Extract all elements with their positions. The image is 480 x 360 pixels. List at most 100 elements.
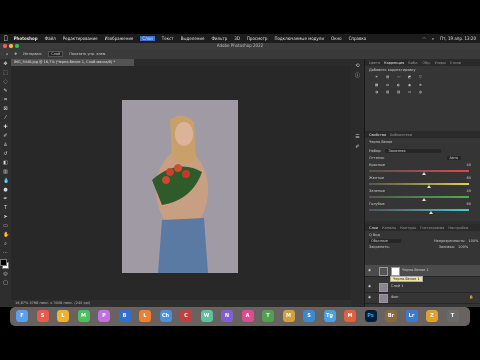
brightness-icon[interactable]: ☀ [375, 75, 384, 80]
dock-app-icon[interactable]: L [57, 310, 69, 322]
brush-settings-panel-icon[interactable]: ✐ [355, 145, 360, 150]
selective-color-icon[interactable]: ◍ [419, 90, 428, 94]
mask-thumb[interactable] [391, 267, 400, 276]
dock-app-icon[interactable]: W [200, 310, 213, 322]
eye-icon[interactable]: ◉ [368, 284, 371, 288]
blur-tool-icon[interactable]: 💧 [3, 179, 9, 184]
channel-slider-knob[interactable] [422, 198, 426, 201]
preset-select[interactable]: Заказная [385, 149, 442, 153]
eye-icon[interactable]: ◉ [368, 268, 371, 272]
menu-plugins[interactable]: Подключаемые модули [274, 36, 324, 41]
black-white-icon[interactable]: ◐ [397, 83, 406, 87]
tab-swatches[interactable]: Обр. [422, 61, 430, 65]
channel-mixer-icon[interactable]: ⊕ [419, 83, 428, 87]
layer-name-bw[interactable]: Черно-белое 1 [402, 268, 429, 272]
menu-app-name[interactable]: Photoshop [14, 36, 38, 41]
wifi-icon[interactable]: ◠ [422, 36, 426, 41]
marquee-tool-icon[interactable]: ⬚ [3, 71, 8, 76]
move-tool-icon[interactable]: ✥ [3, 62, 8, 67]
menu-3d[interactable]: 3D [234, 36, 240, 41]
dock-app-icon[interactable]: Ch [159, 310, 172, 322]
apple-icon[interactable]:  [4, 35, 8, 42]
layer-name-background[interactable]: Фон [391, 295, 398, 299]
menu-help[interactable]: Справка [349, 36, 367, 41]
menu-type[interactable]: Текст [162, 36, 174, 41]
dock-app-icon[interactable]: M [77, 310, 90, 322]
history-panel-icon[interactable]: ⟲ [355, 64, 360, 69]
posterize-icon[interactable]: ▧ [386, 90, 395, 94]
channel-slider-value[interactable]: 40 [467, 189, 471, 193]
dock-app-icon[interactable]: N [221, 310, 233, 322]
lasso-tool-icon[interactable]: ◌ [3, 80, 8, 85]
type-tool-icon[interactable]: T [3, 206, 8, 211]
tab-libraries-2[interactable]: Библиотеки [390, 133, 412, 137]
hand-tool-icon[interactable]: ✋ [3, 233, 9, 238]
document-tab[interactable]: IMG_9448.jpg @ 16,7% (Черно-белое 1, Сло… [11, 59, 134, 66]
photo-filter-icon[interactable]: ◉ [408, 83, 417, 87]
dock-app-icon[interactable]: S [303, 310, 315, 322]
gradient-map-icon[interactable]: ▭ [408, 90, 417, 94]
dock-app-icon[interactable]: F [16, 310, 28, 322]
move-tool-icon[interactable]: ✥ [14, 52, 17, 56]
opacity-value[interactable]: 100% [468, 239, 478, 243]
layer-filter[interactable]: Q Вид [369, 233, 480, 237]
tab-paths[interactable]: Контуры [400, 226, 416, 230]
brush-tool-icon[interactable]: ✐ [3, 134, 8, 139]
quick-mask-icon[interactable]: ◎ [3, 272, 8, 277]
layer-name-1[interactable]: Слой 1 [391, 284, 403, 288]
stamp-tool-icon[interactable]: ♙ [3, 143, 8, 148]
menu-layers[interactable]: Слои [140, 36, 155, 41]
dock-app-icon[interactable]: S [36, 310, 49, 322]
document-photo[interactable] [122, 100, 238, 273]
search-icon[interactable]: ⌕ [432, 36, 434, 41]
eyedropper-tool-icon[interactable]: ⁄ [3, 116, 8, 121]
dock-app-icon[interactable]: M [282, 310, 295, 322]
tab-patterns[interactable]: Узоры [435, 61, 446, 65]
tab-histogram[interactable]: Гистограмма [420, 226, 444, 230]
dock-app-icon[interactable]: B [118, 310, 131, 322]
gradient-tool-icon[interactable]: ▥ [3, 170, 8, 175]
menu-view[interactable]: Просмотр [247, 36, 268, 41]
properties-panel-icon[interactable]: ☰ [355, 135, 360, 140]
clock[interactable]: Пт, 19 апр. 13:20 [440, 36, 476, 41]
layer-row-background[interactable]: ◉ Фон 🔒 [365, 292, 480, 304]
vibrance-icon[interactable]: ▽ [419, 75, 428, 80]
tab-settings[interactable]: Настройки [448, 226, 468, 230]
dock-app-icon[interactable]: C [180, 310, 192, 322]
dock-app-icon[interactable]: L [139, 310, 151, 322]
eye-icon[interactable]: ◉ [368, 295, 371, 299]
frame-tool-icon[interactable]: ⊠ [3, 107, 8, 112]
channel-slider-knob[interactable] [427, 185, 431, 188]
options-mode-select[interactable]: Слой [48, 51, 64, 57]
crop-tool-icon[interactable]: ⌗ [3, 98, 8, 103]
blend-mode-select[interactable]: Обычные [369, 239, 401, 243]
tint-checkbox[interactable]: Оттенок [369, 156, 385, 160]
dock-app-icon[interactable]: Lr [405, 310, 418, 322]
invert-icon[interactable]: ◑ [375, 90, 384, 94]
channel-slider-value[interactable]: 40 [467, 163, 471, 167]
dock-app-icon[interactable]: Tg [323, 310, 336, 322]
channel-slider-knob[interactable] [429, 211, 433, 214]
menu-filter[interactable]: Фильтр [211, 36, 227, 41]
channel-slider-value[interactable]: 60 [467, 176, 471, 180]
channel-slider-knob[interactable] [422, 172, 426, 175]
screen-mode-icon[interactable]: ▢ [3, 281, 8, 286]
dock-app-icon[interactable]: Br [385, 310, 397, 322]
dock-app-icon[interactable]: T [262, 310, 274, 322]
tab-color[interactable]: Цвета [369, 61, 380, 65]
tab-layers[interactable]: Слои [369, 226, 378, 230]
dock-app-icon[interactable]: A [241, 310, 254, 322]
tab-properties[interactable]: Свойства [369, 133, 386, 137]
tab-libraries[interactable]: Библ. [408, 61, 418, 65]
dock-app-icon[interactable]: Ps [364, 310, 377, 322]
color-balance-icon[interactable]: ⚖ [386, 83, 395, 87]
healing-tool-icon[interactable]: ✚ [3, 125, 8, 130]
more-tools-icon[interactable]: ⋯ [3, 251, 8, 256]
channel-slider-track[interactable] [369, 196, 469, 198]
eraser-tool-icon[interactable]: ◧ [3, 161, 8, 166]
pen-tool-icon[interactable]: ✒ [3, 197, 8, 202]
menu-edit[interactable]: Редактирование [63, 36, 98, 41]
info-panel-icon[interactable]: ⓘ [355, 74, 360, 79]
home-icon[interactable]: ⌂ [6, 52, 8, 56]
menu-window[interactable]: Окно [331, 36, 342, 41]
